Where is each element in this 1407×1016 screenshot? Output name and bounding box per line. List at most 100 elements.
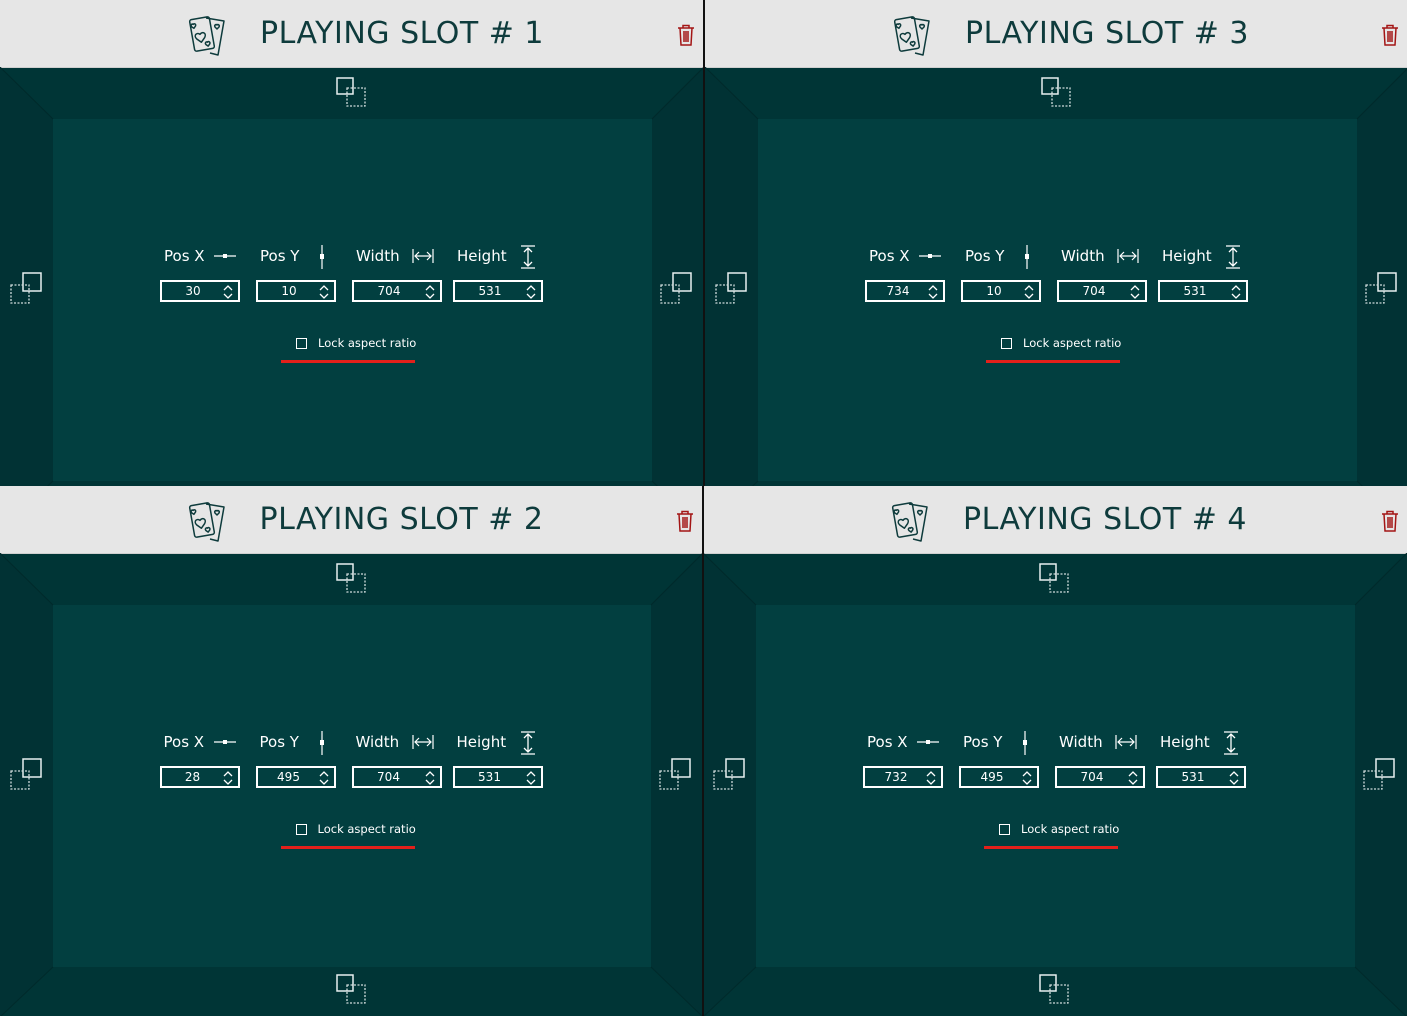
- resize-handle-top[interactable]: [335, 562, 369, 596]
- pos-y-spinner[interactable]: 10: [256, 280, 336, 302]
- pos-y-value[interactable]: 495: [258, 770, 320, 784]
- resize-handle-left[interactable]: [714, 271, 748, 305]
- checkbox-box[interactable]: [295, 824, 307, 835]
- pos-y-value[interactable]: 10: [258, 284, 320, 298]
- height-arrows-icon: [521, 245, 535, 269]
- height-spinner[interactable]: 531: [452, 766, 543, 788]
- width-value[interactable]: 704: [354, 284, 424, 298]
- pos-x-spinner[interactable]: 30: [160, 280, 240, 302]
- pos-x-value[interactable]: 30: [162, 284, 224, 298]
- pos-x-spinner[interactable]: 734: [865, 280, 945, 302]
- up-down-chevron-icon[interactable]: [1023, 283, 1035, 301]
- width-spinner[interactable]: 704: [351, 766, 442, 788]
- up-down-chevron-icon[interactable]: [1129, 283, 1141, 301]
- horizontal-slider-icon: [919, 254, 941, 258]
- width-value[interactable]: 704: [354, 770, 424, 784]
- annotation-underline: [281, 360, 415, 363]
- up-down-chevron-icon[interactable]: [1230, 283, 1242, 301]
- up-down-chevron-icon[interactable]: [927, 283, 939, 301]
- vertical-slider-icon: [319, 731, 324, 755]
- resize-handle-top[interactable]: [1040, 76, 1074, 110]
- resize-handle-left[interactable]: [9, 271, 43, 305]
- lock-aspect-ratio-label[interactable]: Lock aspect ratio: [1021, 822, 1119, 836]
- lock-aspect-ratio-label[interactable]: Lock aspect ratio: [318, 336, 416, 350]
- height-value[interactable]: 531: [1158, 770, 1228, 784]
- checkbox-box[interactable]: [296, 338, 307, 349]
- lock-aspect-ratio-label[interactable]: Lock aspect ratio: [318, 822, 416, 836]
- resize-handle-bottom[interactable]: [1038, 973, 1072, 1007]
- width-value[interactable]: 704: [1057, 770, 1127, 784]
- pos-y-label: Pos Y: [260, 247, 300, 265]
- playing-cards-icon: [893, 16, 930, 56]
- width-arrows-icon: [1115, 735, 1137, 749]
- pos-x-value[interactable]: 734: [867, 284, 929, 298]
- up-down-chevron-icon[interactable]: [1127, 769, 1139, 787]
- height-spinner[interactable]: 531: [1158, 280, 1248, 302]
- height-spinner[interactable]: 531: [1156, 766, 1246, 788]
- pos-y-spinner[interactable]: 495: [959, 766, 1039, 788]
- trash-icon[interactable]: [677, 24, 695, 46]
- resize-handle-bottom[interactable]: [335, 973, 369, 1007]
- height-value[interactable]: 531: [1160, 284, 1230, 298]
- width-spinner[interactable]: 704: [1055, 766, 1145, 788]
- up-down-chevron-icon[interactable]: [925, 769, 937, 787]
- width-arrows-icon: [412, 249, 434, 263]
- width-spinner[interactable]: 704: [1057, 280, 1147, 302]
- height-value[interactable]: 531: [455, 284, 525, 298]
- pos-y-value[interactable]: 495: [961, 770, 1023, 784]
- resize-handle-right[interactable]: [1364, 271, 1398, 305]
- resize-handle-right[interactable]: [659, 271, 693, 305]
- up-down-chevron-icon[interactable]: [222, 769, 234, 787]
- trash-icon[interactable]: [676, 510, 694, 532]
- up-down-chevron-icon[interactable]: [424, 769, 436, 787]
- up-down-chevron-icon[interactable]: [424, 283, 436, 301]
- pos-x-label: Pos X: [869, 247, 910, 265]
- lock-aspect-ratio-label[interactable]: Lock aspect ratio: [1023, 336, 1121, 350]
- height-label: Height: [1160, 733, 1210, 751]
- up-down-chevron-icon[interactable]: [318, 769, 330, 787]
- vertical-slider-icon: [320, 245, 324, 269]
- pos-x-value[interactable]: 732: [865, 770, 927, 784]
- height-spinner[interactable]: 531: [453, 280, 543, 302]
- height-label: Height: [457, 247, 507, 265]
- up-down-chevron-icon[interactable]: [1021, 769, 1033, 787]
- slot-title: PLAYING SLOT # 2: [259, 502, 544, 537]
- pos-y-spinner[interactable]: 495: [255, 766, 336, 788]
- width-value[interactable]: 704: [1059, 284, 1129, 298]
- up-down-chevron-icon[interactable]: [318, 283, 330, 301]
- resize-handle-left[interactable]: [712, 757, 746, 791]
- pos-y-value[interactable]: 10: [963, 284, 1025, 298]
- up-down-chevron-icon[interactable]: [525, 769, 537, 787]
- pos-y-spinner[interactable]: 10: [961, 280, 1041, 302]
- slot-frame: [0, 67, 703, 486]
- slot-title: PLAYING SLOT # 3: [965, 16, 1250, 51]
- pos-x-spinner[interactable]: 732: [863, 766, 943, 788]
- playing-cards-icon: [891, 502, 928, 542]
- column-divider-bottom: [702, 486, 704, 1016]
- width-spinner[interactable]: 704: [352, 280, 442, 302]
- annotation-underline: [986, 360, 1120, 363]
- up-down-chevron-icon[interactable]: [525, 283, 537, 301]
- pos-x-label: Pos X: [867, 733, 908, 751]
- pos-x-spinner[interactable]: 28: [159, 766, 240, 788]
- up-down-chevron-icon[interactable]: [1228, 769, 1240, 787]
- resize-handle-top[interactable]: [335, 76, 369, 110]
- height-value[interactable]: 531: [455, 770, 525, 784]
- trash-icon[interactable]: [1381, 510, 1399, 532]
- resize-handle-top[interactable]: [1038, 562, 1072, 596]
- slot-frame: [705, 67, 1407, 486]
- pos-x-value[interactable]: 28: [162, 770, 224, 784]
- vertical-slider-icon: [1023, 731, 1027, 755]
- resize-handle-right[interactable]: [1362, 757, 1396, 791]
- slot-title: PLAYING SLOT # 1: [260, 16, 545, 51]
- resize-handle-right[interactable]: [658, 757, 692, 791]
- checkbox-box[interactable]: [999, 824, 1010, 835]
- annotation-underline: [984, 846, 1118, 849]
- slot-header: PLAYING SLOT # 2: [0, 486, 702, 554]
- checkbox-box[interactable]: [1001, 338, 1012, 349]
- height-label: Height: [456, 733, 507, 751]
- resize-handle-left[interactable]: [9, 757, 43, 791]
- trash-icon[interactable]: [1381, 24, 1399, 46]
- horizontal-slider-icon: [214, 254, 236, 258]
- up-down-chevron-icon[interactable]: [222, 283, 234, 301]
